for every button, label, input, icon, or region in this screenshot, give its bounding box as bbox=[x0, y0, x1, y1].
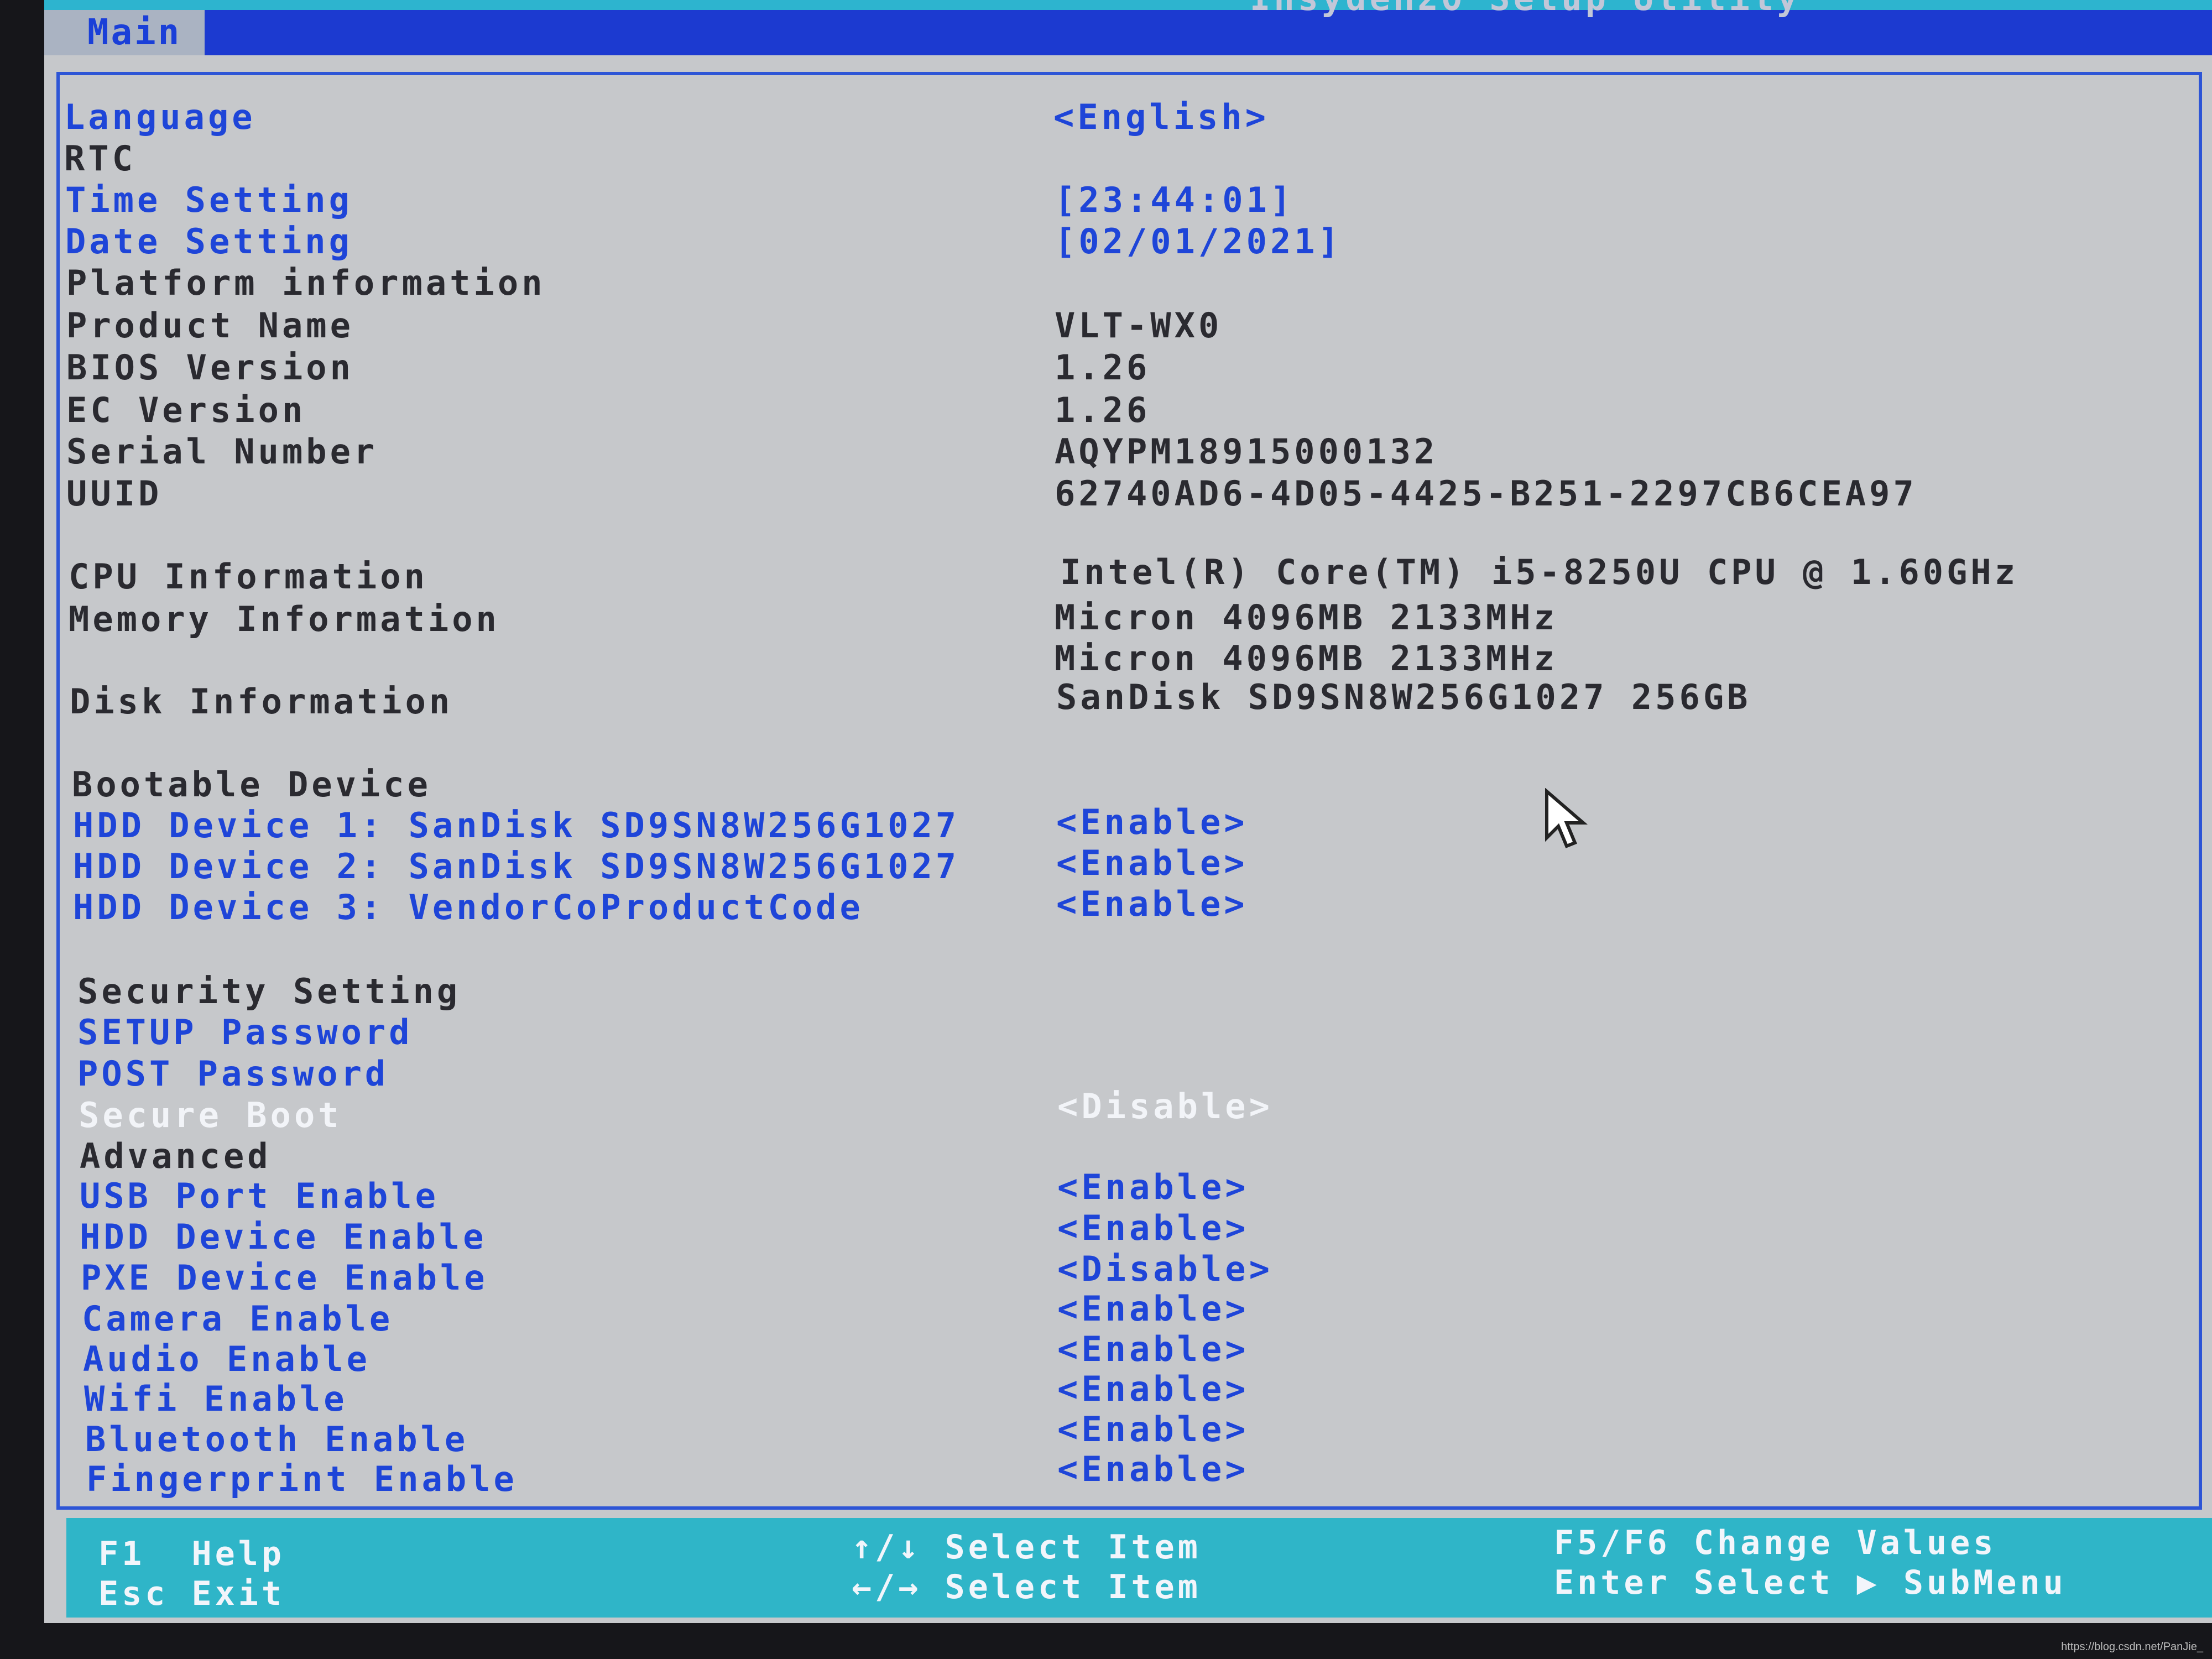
rtc-label: RTC bbox=[64, 138, 136, 179]
advanced-label: Advanced bbox=[80, 1136, 272, 1176]
serial-number-value: AQYPM18915000132 bbox=[1055, 431, 1438, 472]
uuid-label: UUID bbox=[66, 473, 163, 514]
cpu-info-value: Intel(R) Core(TM) i5-8250U CPU @ 1.60GHz bbox=[1060, 552, 2019, 592]
post-password-label[interactable]: POST Password bbox=[77, 1053, 389, 1094]
tab-main[interactable]: Main bbox=[44, 10, 205, 55]
bootable-device-label: Bootable Device bbox=[72, 764, 431, 805]
footer-f5f6-change: F5/F6 Change Values bbox=[1554, 1524, 1997, 1562]
bios-version-value: 1.26 bbox=[1055, 347, 1151, 388]
memory-info-label: Memory Information bbox=[69, 599, 500, 639]
hdd-device-2-label[interactable]: HDD Device 2: SanDisk SD9SN8W256G1027 bbox=[73, 846, 959, 887]
usb-port-enable-label[interactable]: USB Port Enable bbox=[80, 1176, 439, 1217]
audio-enable-label[interactable]: Audio Enable bbox=[83, 1339, 371, 1380]
date-setting-label[interactable]: Date Setting bbox=[65, 221, 353, 262]
memory-info-value-1: Micron 4096MB 2133MHz bbox=[1055, 597, 1558, 638]
pxe-device-enable-label[interactable]: PXE Device Enable bbox=[81, 1258, 488, 1298]
setup-password-label[interactable]: SETUP Password bbox=[77, 1012, 413, 1053]
secure-boot-value[interactable]: <Disable> bbox=[1057, 1086, 1273, 1127]
ec-version-value: 1.26 bbox=[1055, 390, 1151, 430]
title-strip bbox=[44, 0, 2212, 10]
uuid-value: 62740AD6-4D05-4425-B251-2297CB6CEA97 bbox=[1055, 473, 1917, 514]
fingerprint-enable-value[interactable]: <Enable> bbox=[1057, 1449, 1249, 1490]
fingerprint-enable-label[interactable]: Fingerprint Enable bbox=[86, 1459, 518, 1500]
footer-enter-select: Enter Select ▶ SubMenu bbox=[1554, 1563, 2067, 1602]
title-bar: InsydeH2O Setup Utility Main bbox=[44, 0, 2212, 55]
footer-updown-select: ↑/↓ Select Item bbox=[852, 1528, 1201, 1567]
window-title: InsydeH2O Setup Utility bbox=[1250, 0, 1801, 18]
date-setting-value[interactable]: [02/01/2021] bbox=[1055, 221, 1342, 262]
hdd-device-3-value[interactable]: <Enable> bbox=[1056, 884, 1248, 925]
security-setting-label: Security Setting bbox=[77, 971, 461, 1011]
hdd-device-1-label[interactable]: HDD Device 1: SanDisk SD9SN8W256G1027 bbox=[73, 805, 959, 846]
serial-number-label: Serial Number bbox=[66, 431, 378, 472]
pxe-device-enable-value[interactable]: <Disable> bbox=[1057, 1249, 1273, 1290]
camera-enable-value[interactable]: <Enable> bbox=[1057, 1288, 1249, 1329]
cpu-info-label: CPU Information bbox=[69, 556, 428, 597]
hdd-device-1-value[interactable]: <Enable> bbox=[1056, 802, 1248, 843]
footer-esc-exit: Esc Exit bbox=[98, 1574, 285, 1613]
camera-enable-label[interactable]: Camera Enable bbox=[82, 1298, 393, 1339]
time-setting-value[interactable]: [23:44:01] bbox=[1055, 180, 1294, 221]
hdd-device-enable-label[interactable]: HDD Device Enable bbox=[80, 1217, 487, 1258]
footer-leftright-select: ←/→ Select Item bbox=[852, 1568, 1201, 1606]
platform-info-label: Platform information bbox=[66, 263, 546, 303]
memory-info-value-2: Micron 4096MB 2133MHz bbox=[1055, 638, 1558, 679]
wifi-enable-label[interactable]: Wifi Enable bbox=[84, 1379, 348, 1420]
bluetooth-enable-label[interactable]: Bluetooth Enable bbox=[85, 1419, 468, 1460]
ec-version-label: EC Version bbox=[66, 390, 306, 430]
mouse-pointer-icon bbox=[1545, 788, 1588, 848]
hdd-device-enable-value[interactable]: <Enable> bbox=[1057, 1208, 1249, 1249]
usb-port-enable-value[interactable]: <Enable> bbox=[1057, 1167, 1249, 1208]
tab-main-label: Main bbox=[87, 12, 182, 53]
audio-enable-value[interactable]: <Enable> bbox=[1057, 1329, 1249, 1370]
bluetooth-enable-value[interactable]: <Enable> bbox=[1057, 1409, 1249, 1450]
time-setting-label[interactable]: Time Setting bbox=[65, 180, 353, 221]
product-name-value: VLT-WX0 bbox=[1055, 305, 1223, 346]
language-value[interactable]: <English> bbox=[1053, 97, 1269, 138]
hdd-device-2-value[interactable]: <Enable> bbox=[1056, 843, 1248, 884]
footer-help-bar: F1 Help Esc Exit ↑/↓ Select Item ←/→ Sel… bbox=[66, 1518, 2212, 1618]
product-name-label: Product Name bbox=[66, 305, 354, 346]
bios-screen: InsydeH2O Setup Utility Main Language <E… bbox=[44, 0, 2212, 1623]
footer-f1-help: F1 Help bbox=[98, 1535, 285, 1573]
disk-info-value: SanDisk SD9SN8W256G1027 256GB bbox=[1056, 677, 1751, 717]
hdd-device-3-label[interactable]: HDD Device 3: VendorCoProductCode bbox=[73, 887, 864, 928]
language-label[interactable]: Language bbox=[64, 97, 256, 138]
watermark: https://blog.csdn.net/PanJie_ bbox=[2061, 1641, 2203, 1653]
wifi-enable-value[interactable]: <Enable> bbox=[1057, 1369, 1249, 1410]
secure-boot-label[interactable]: Secure Boot bbox=[79, 1095, 342, 1136]
bios-version-label: BIOS Version bbox=[66, 347, 354, 388]
disk-info-label: Disk Information bbox=[70, 681, 453, 722]
